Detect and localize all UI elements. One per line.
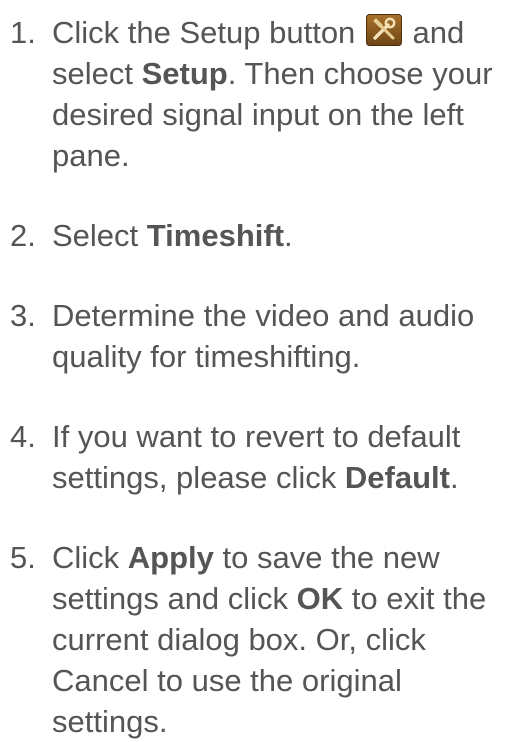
step-3: 3. Determine the video and audio quality… xyxy=(0,295,515,377)
step-number: 5. xyxy=(10,540,36,575)
step-text: Click the Setup button xyxy=(52,15,364,50)
step-bold-term: OK xyxy=(296,581,344,616)
step-bold-term: Default xyxy=(344,460,450,495)
step-text: . xyxy=(450,460,459,495)
step-bold-term: Timeshift xyxy=(146,218,285,253)
step-bold-term: Apply xyxy=(127,540,214,575)
step-5: 5. Click Apply to save the new settings … xyxy=(0,537,515,742)
step-number: 4. xyxy=(10,419,36,454)
setup-tools-icon xyxy=(365,14,402,46)
step-text: Click xyxy=(52,540,128,575)
step-text: Select xyxy=(52,218,147,253)
step-4: 4. If you want to revert to default sett… xyxy=(0,416,515,498)
step-number: 2. xyxy=(10,218,36,253)
step-text: Determine the video and audio quality fo… xyxy=(52,298,475,374)
step-text: . xyxy=(284,218,293,253)
step-1: 1. Click the Setup button and select Set… xyxy=(0,12,515,176)
instruction-list: 1. Click the Setup button and select Set… xyxy=(0,12,515,742)
step-number: 3. xyxy=(10,298,36,333)
step-bold-term: Setup xyxy=(141,56,228,91)
step-2: 2. Select Timeshift. xyxy=(0,215,515,256)
step-number: 1. xyxy=(10,15,36,50)
